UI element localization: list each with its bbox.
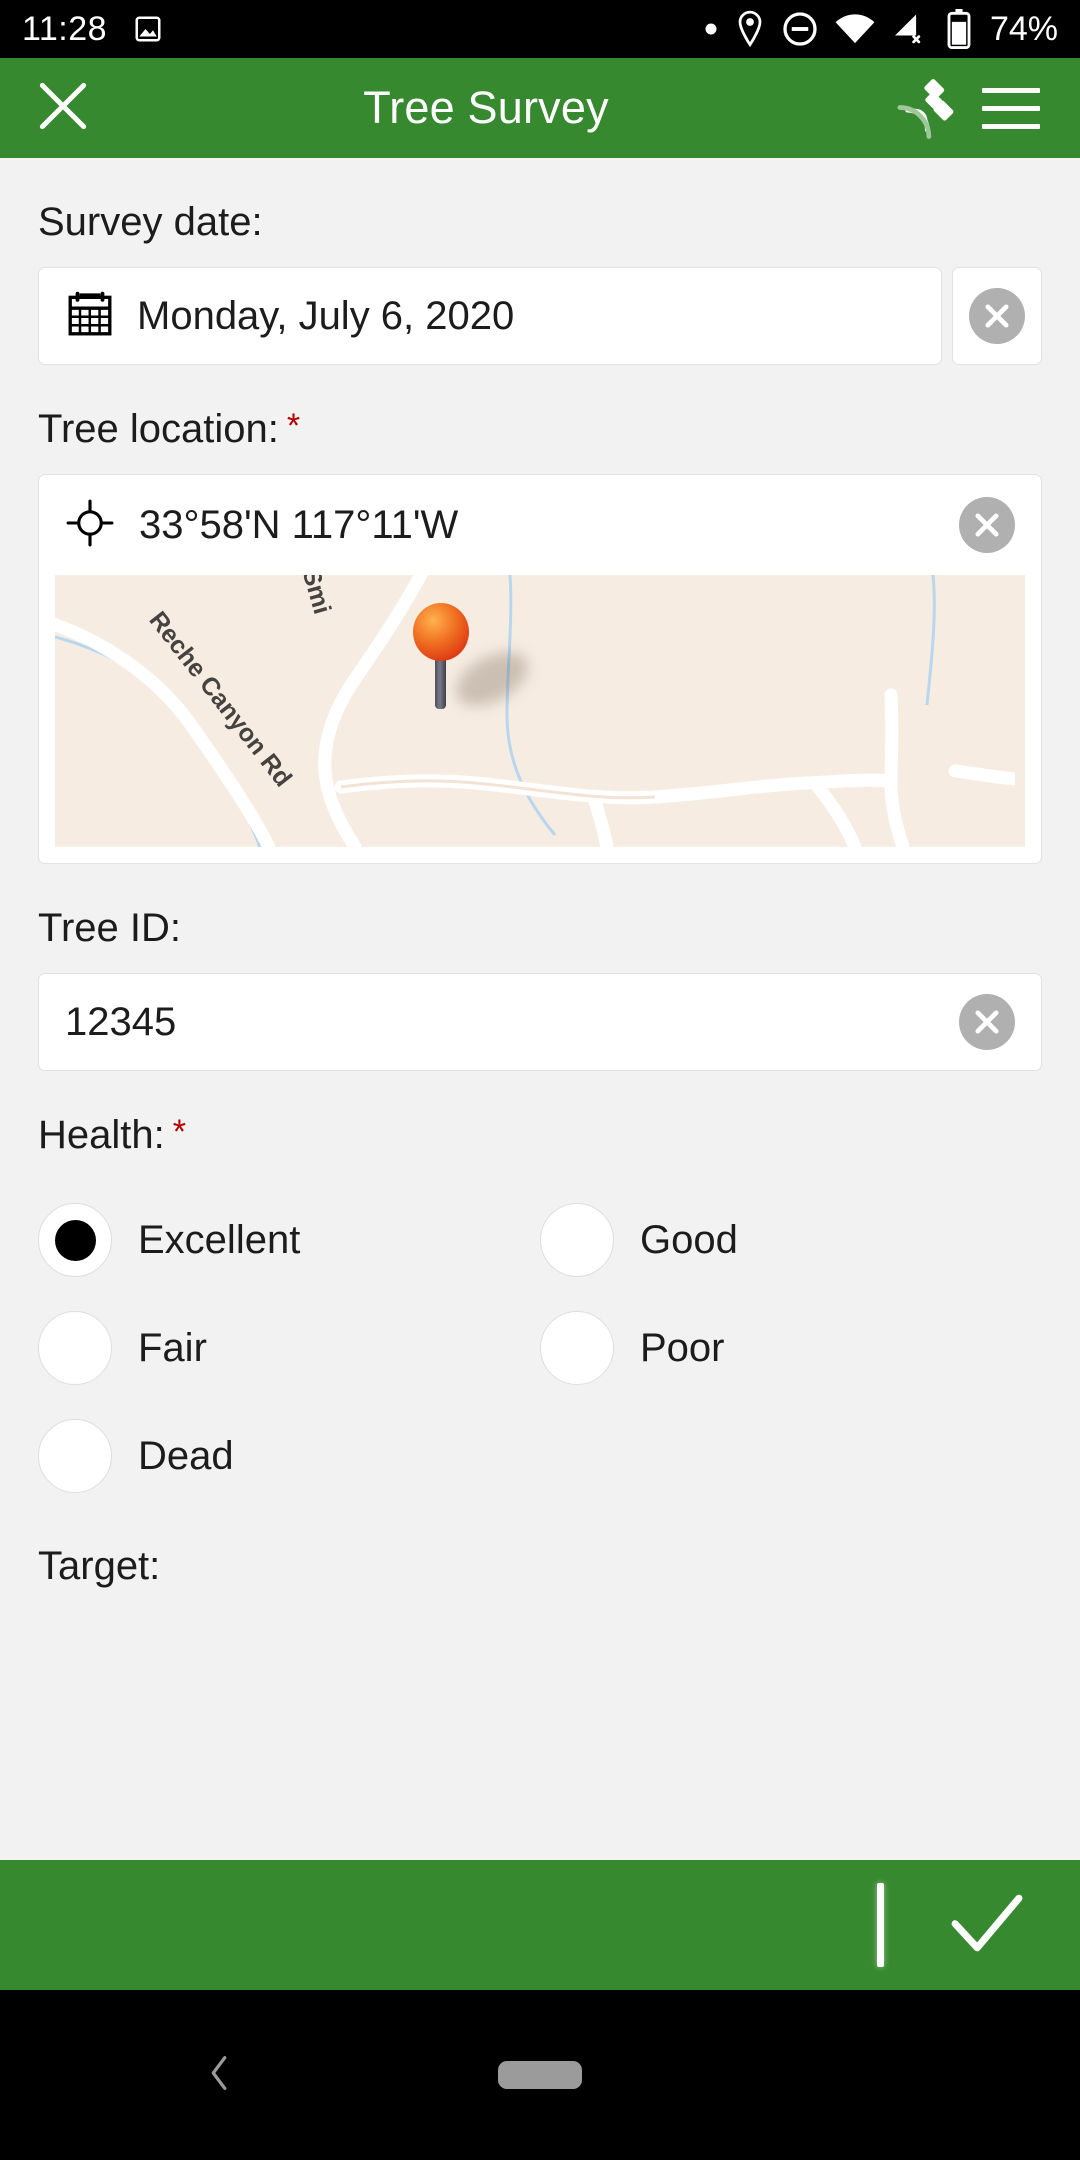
pen-divider	[877, 1883, 884, 1967]
map-pin-stem	[435, 653, 446, 709]
radio-button-excellent[interactable]	[38, 1203, 112, 1277]
survey-date-label: Survey date:	[38, 200, 263, 244]
close-icon	[32, 75, 94, 142]
health-option-fair[interactable]: Fair	[38, 1294, 540, 1402]
android-nav-bar	[0, 1990, 1080, 2160]
survey-date-clear-button[interactable]	[952, 267, 1042, 365]
tree-id-label: Tree ID:	[38, 906, 181, 950]
do-not-disturb-icon	[782, 11, 818, 47]
tree-location-label-text: Tree location:	[38, 407, 279, 451]
phone-screen: 11:28 74% Tree Survey Survey date: Monda…	[0, 0, 1080, 2160]
health-option-label: Excellent	[138, 1217, 301, 1262]
image-icon	[133, 14, 163, 44]
satellite-gps-icon	[888, 69, 962, 148]
wifi-icon	[835, 13, 875, 45]
survey-date-value: Monday, July 6, 2020	[137, 293, 515, 338]
status-left-icons	[133, 14, 163, 44]
survey-date-row: Monday, July 6, 2020	[38, 267, 1042, 365]
radio-button-good[interactable]	[540, 1203, 614, 1277]
location-pin-icon	[735, 10, 765, 48]
survey-date-input[interactable]: Monday, July 6, 2020	[38, 267, 942, 365]
tree-id-input[interactable]: 12345	[38, 973, 1042, 1071]
required-asterisk: *	[286, 407, 301, 445]
clear-circle-icon	[969, 288, 1025, 344]
tree-location-header: 33°58'N 117°11'W	[39, 475, 1041, 575]
menu-button[interactable]	[968, 68, 1054, 148]
health-option-poor[interactable]: Poor	[540, 1294, 1042, 1402]
tree-location-card[interactable]: 33°58'N 117°11'W Smi Reche Canyon Rd	[38, 474, 1042, 864]
back-button[interactable]	[196, 2050, 242, 2101]
status-bar: 11:28 74%	[0, 0, 1080, 58]
map-pin-marker[interactable]	[407, 603, 537, 717]
submit-button[interactable]	[932, 1878, 1042, 1973]
tree-location-clear-button[interactable]	[959, 497, 1015, 553]
status-right-icons: 74%	[704, 9, 1058, 49]
health-option-label: Fair	[138, 1325, 207, 1370]
battery-icon	[947, 9, 971, 49]
close-button[interactable]	[26, 71, 100, 145]
health-option-label: Poor	[640, 1325, 725, 1370]
page-title: Tree Survey	[363, 82, 609, 133]
gps-status-button[interactable]	[882, 68, 968, 148]
crosshair-icon	[65, 498, 115, 553]
health-option-good[interactable]: Good	[540, 1186, 1042, 1294]
form-scroll-area[interactable]: Survey date: Monday, July 6, 2020 Tree l…	[0, 158, 1080, 1860]
battery-percent: 74%	[989, 9, 1058, 48]
tree-id-field: Tree ID: 12345	[0, 864, 1080, 1071]
back-chevron-icon	[196, 2055, 242, 2100]
survey-date-field: Survey date: Monday, July 6, 2020	[0, 158, 1080, 365]
tree-location-coordinates: 33°58'N 117°11'W	[139, 502, 459, 547]
health-option-excellent[interactable]: Excellent	[38, 1186, 540, 1294]
cellular-off-icon	[892, 13, 930, 45]
health-radio-group: Excellent Good Fair Poor Dead	[38, 1180, 1042, 1510]
health-option-label: Dead	[138, 1433, 234, 1478]
health-field: Health: * Excellent Good Fair Poor Dead	[0, 1071, 1080, 1510]
location-map[interactable]: Smi Reche Canyon Rd	[55, 575, 1025, 847]
status-time: 11:28	[22, 9, 108, 48]
tree-id-clear-button[interactable]	[959, 994, 1015, 1050]
tree-location-label: Tree location: *	[38, 365, 1042, 474]
bottom-action-bar	[0, 1860, 1080, 1990]
tree-location-field: Tree location: * 33°58'N 117°11'W Smi Re…	[0, 365, 1080, 864]
map-pin-head	[413, 603, 469, 661]
home-pill-icon[interactable]	[498, 2061, 582, 2089]
health-option-label: Good	[640, 1217, 738, 1262]
radio-button-poor[interactable]	[540, 1311, 614, 1385]
dot-icon	[704, 22, 718, 36]
calendar-icon	[65, 289, 115, 344]
health-label-text: Health:	[38, 1113, 165, 1157]
tree-id-value: 12345	[65, 999, 177, 1044]
required-asterisk: *	[172, 1113, 186, 1151]
radio-button-dead[interactable]	[38, 1419, 112, 1493]
radio-button-fair[interactable]	[38, 1311, 112, 1385]
health-option-dead[interactable]: Dead	[38, 1402, 540, 1510]
target-label: Target:	[38, 1544, 161, 1588]
app-bar: Tree Survey	[0, 58, 1080, 158]
hamburger-menu-icon	[982, 87, 1040, 129]
health-label: Health: *	[38, 1071, 1042, 1180]
checkmark-icon	[942, 1878, 1032, 1973]
